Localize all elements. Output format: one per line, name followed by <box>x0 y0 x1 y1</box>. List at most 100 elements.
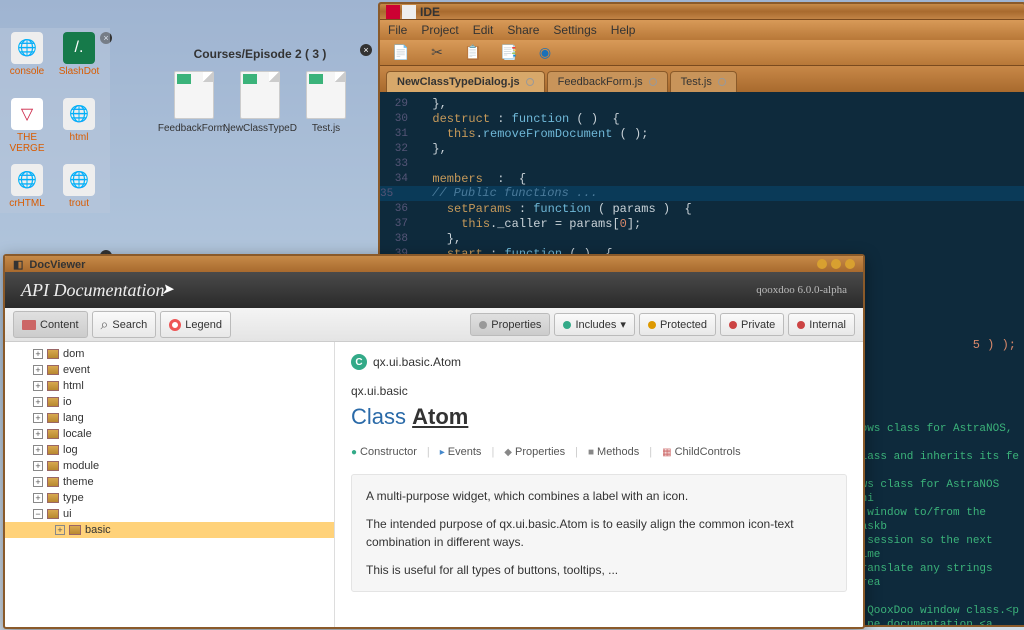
paste-icon[interactable]: 📑 <box>500 44 518 62</box>
expand-icon[interactable]: + <box>33 429 43 439</box>
menu-edit[interactable]: Edit <box>473 23 494 37</box>
expand-icon[interactable]: + <box>33 445 43 455</box>
tree-node[interactable]: +html <box>5 378 334 394</box>
desktop-icon[interactable]: 🌐html <box>56 98 102 158</box>
file-icon[interactable]: FeedbackForm.j <box>168 71 220 134</box>
desktop-icon[interactable]: ▽THE VERGE <box>4 98 50 158</box>
package-icon <box>47 381 59 391</box>
package-icon <box>47 397 59 407</box>
tree-node[interactable]: +module <box>5 458 334 474</box>
link-constructor[interactable]: ●Constructor <box>351 446 417 458</box>
menu-help[interactable]: Help <box>611 23 636 37</box>
breadcrumb: C qx.ui.basic.Atom <box>351 354 847 370</box>
app-icon <box>386 5 400 19</box>
code-comments: dows class for AstraNOS, w class and inh… <box>854 422 1024 627</box>
link-childcontrols[interactable]: ▦ChildControls <box>662 446 740 458</box>
expand-icon[interactable]: + <box>33 493 43 503</box>
expand-icon[interactable]: + <box>33 461 43 471</box>
package-icon <box>47 413 59 423</box>
desktop-icon[interactable]: 🌐console <box>4 32 50 92</box>
ide-toolbar: 📄 ✂ 📋 📑 ◉ <box>380 40 1024 66</box>
doc-header: API Documentation ➤ qooxdoo 6.0.0-alpha <box>5 272 863 308</box>
tree-node[interactable]: +dom <box>5 346 334 362</box>
package-icon <box>47 445 59 455</box>
minimize-icon[interactable] <box>817 259 827 269</box>
tab-close-icon[interactable] <box>526 78 534 86</box>
tab-test[interactable]: Test.js <box>670 71 737 92</box>
tab-newclasstypedialog[interactable]: NewClassTypeDialog.js <box>386 71 545 92</box>
maximize-icon[interactable] <box>831 259 841 269</box>
search-button[interactable]: Search <box>92 311 157 338</box>
tree-node[interactable]: +log <box>5 442 334 458</box>
link-properties[interactable]: ◆Properties <box>504 446 565 458</box>
expand-icon[interactable]: + <box>33 413 43 423</box>
menu-settings[interactable]: Settings <box>553 23 596 37</box>
internal-toggle[interactable]: Internal <box>788 313 855 336</box>
package-icon <box>47 509 59 519</box>
collapse-icon[interactable]: − <box>33 509 43 519</box>
file-icon[interactable]: NewClassTypeD <box>234 71 286 134</box>
private-toggle[interactable]: Private <box>720 313 784 336</box>
expand-icon[interactable]: + <box>33 349 43 359</box>
legend-button[interactable]: Legend <box>160 311 231 338</box>
window-title: IDE <box>380 4 1024 20</box>
tab-close-icon[interactable] <box>718 78 726 86</box>
menu-share[interactable]: Share <box>507 23 539 37</box>
docviewer-window: ◧DocViewer API Documentation ➤ qooxdoo 6… <box>3 254 865 629</box>
link-methods[interactable]: ■Methods <box>588 446 639 458</box>
book-icon <box>22 320 36 330</box>
expand-icon[interactable]: + <box>33 397 43 407</box>
package-icon <box>47 365 59 375</box>
includes-dropdown[interactable]: Includes▾ <box>554 313 635 336</box>
tree-node[interactable]: +type <box>5 490 334 506</box>
package-icon <box>47 461 59 471</box>
expand-icon[interactable]: + <box>55 525 65 535</box>
chevron-down-icon: ▾ <box>620 318 626 331</box>
content-button[interactable]: Content <box>13 311 88 338</box>
cut-icon[interactable]: ✂ <box>428 44 446 62</box>
tree-panel[interactable]: +dom +event +html +io +lang +locale +log… <box>5 342 335 628</box>
desktop-icon[interactable]: /.SlashDot <box>56 32 102 92</box>
class-title: Class Atom <box>351 404 847 430</box>
tree-node[interactable]: −ui <box>5 506 334 522</box>
desktop-icon[interactable]: 🌐crHTML <box>4 164 50 224</box>
package-icon <box>47 349 59 359</box>
description-box: A multi-purpose widget, which combines a… <box>351 474 847 592</box>
ide-tabs: NewClassTypeDialog.js FeedbackForm.js Te… <box>380 66 1024 92</box>
tab-feedbackform[interactable]: FeedbackForm.js <box>547 71 668 92</box>
tab-close-icon[interactable] <box>649 78 657 86</box>
content-panel: C qx.ui.basic.Atom qx.ui.basic Class Ato… <box>335 342 863 628</box>
menu-project[interactable]: Project <box>421 23 458 37</box>
page-title: API Documentation <box>21 280 164 300</box>
run-icon[interactable]: ◉ <box>536 44 554 62</box>
new-file-icon[interactable]: 📄 <box>392 44 410 62</box>
folder-panel: Courses/Episode 2 ( 3 ) FeedbackForm.j N… <box>150 45 370 185</box>
copy-icon[interactable]: 📋 <box>464 44 482 62</box>
package-icon <box>47 493 59 503</box>
expand-icon[interactable]: + <box>33 381 43 391</box>
namespace-label: qx.ui.basic <box>351 384 847 398</box>
expand-icon[interactable]: + <box>33 477 43 487</box>
doc-toolbar: Content Search Legend Properties Include… <box>5 308 863 342</box>
menu-file[interactable]: File <box>388 23 407 37</box>
package-icon <box>47 429 59 439</box>
tree-node-selected[interactable]: +basic <box>5 522 334 538</box>
file-icon[interactable]: Test.js <box>300 71 352 134</box>
folder-title: Courses/Episode 2 ( 3 ) <box>150 45 370 63</box>
desktop-icon[interactable]: 🌐trout <box>56 164 102 224</box>
tree-node[interactable]: +io <box>5 394 334 410</box>
tree-node[interactable]: +event <box>5 362 334 378</box>
tree-node[interactable]: +lang <box>5 410 334 426</box>
tree-node[interactable]: +locale <box>5 426 334 442</box>
docviewer-titlebar[interactable]: ◧DocViewer <box>5 256 863 272</box>
tree-node[interactable]: +theme <box>5 474 334 490</box>
properties-toggle[interactable]: Properties <box>470 313 550 336</box>
section-links: ●Constructor| ▸Events| ◆Properties| ■Met… <box>351 446 847 458</box>
menu-bar: File Project Edit Share Settings Help <box>380 20 1024 40</box>
link-events[interactable]: ▸Events <box>440 446 482 458</box>
protected-toggle[interactable]: Protected <box>639 313 716 336</box>
search-icon <box>101 316 109 333</box>
close-icon[interactable] <box>845 259 855 269</box>
cursor-icon: ➤ <box>161 280 174 299</box>
expand-icon[interactable]: + <box>33 365 43 375</box>
